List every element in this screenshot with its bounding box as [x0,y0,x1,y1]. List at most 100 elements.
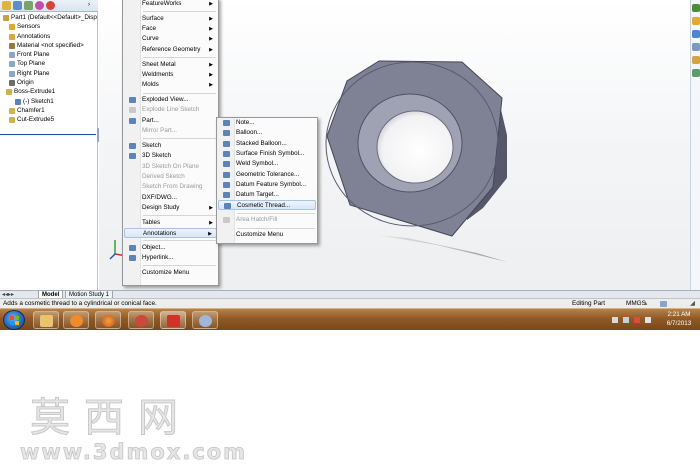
menu-item-label: Explode Line Sketch [142,106,200,114]
tab-scroll-arrows-icon[interactable]: ◂◂▸▸ [2,291,14,298]
tray-expand-icon[interactable] [612,317,618,323]
menu-separator [143,138,216,140]
cut-icon [9,117,15,124]
surface-finish-icon [223,150,230,157]
menu-item-label: Weld Symbol... [236,160,279,168]
hyperlink-icon [129,255,136,262]
menu-item[interactable]: Stacked Balloon... [218,139,316,149]
feature-tree-item[interactable]: Origin [0,78,98,87]
status-help-icon[interactable] [660,301,667,307]
menu-item[interactable]: Face ▶ [124,24,217,34]
menu-item-label: 3D Sketch On Plane [142,162,200,170]
menu-item[interactable]: Molds ▶ [124,80,217,90]
submenu-arrow-icon: ▶ [209,71,213,78]
feature-tree-item[interactable]: (-) Sketch1 [0,97,98,106]
feature-tree-item[interactable]: Material <not specified> [0,41,98,50]
menu-item-label: Customize Menu [142,268,190,276]
menu-item[interactable]: Tables ▶ [124,218,217,228]
submenu-arrow-icon: ▶ [209,61,213,68]
watermark-url-text: www.3dmox.com [20,440,248,465]
menu-item[interactable]: Datum Feature Symbol... [218,180,316,190]
dimxpert-tab-icon[interactable] [35,1,44,10]
hex-nut-model[interactable] [317,40,527,270]
custom-properties-icon[interactable] [692,69,700,77]
feature-tree-label: (-) Sketch1 [23,97,54,105]
feature-tree-label: Origin [17,79,34,87]
action-center-icon[interactable] [634,317,640,323]
explorer-taskbar-button[interactable] [33,311,59,329]
menu-item[interactable]: Hyperlink... [124,253,217,263]
menu-item[interactable]: Note... [218,118,316,128]
property-manager-tab-icon[interactable] [13,1,22,10]
part-insert-icon [129,117,136,124]
menu-item[interactable]: Curve ▶ [124,34,217,44]
menu-item[interactable]: 3D Sketch [124,151,217,161]
system-clock[interactable]: 2:21 AM 6/7/2013 [660,310,698,328]
menu-item[interactable]: Datum Target... [218,190,316,200]
feature-tree-item[interactable]: Right Plane [0,69,98,78]
menu-item-label: Hyperlink... [142,254,174,262]
menu-item-label: Sheet Metal [142,60,176,68]
menu-item[interactable]: Reference Geometry ▶ [124,45,217,55]
feature-tree-item[interactable]: Cut-Extrude5 [0,115,98,124]
feature-tree-item[interactable]: Top Plane [0,59,98,68]
paint-taskbar-button[interactable] [192,311,218,329]
feature-tree-item[interactable]: Sensors [0,22,98,31]
menu-item[interactable]: Cosmetic Thread... [218,200,316,211]
feature-tree-item[interactable]: Chamfer1 [0,106,98,115]
menu-item[interactable]: Customize Menu [124,268,217,278]
feature-tree-item[interactable]: Part1 (Default<<Default>_Disp [0,13,98,22]
menu-separator [143,57,216,59]
feature-manager-tab-icon[interactable] [2,1,11,10]
menu-item[interactable]: Customize Menu [218,230,316,240]
submenu-arrow-icon: ▶ [209,15,213,22]
configuration-manager-tab-icon[interactable] [24,1,33,10]
menu-item[interactable]: Part... [124,116,217,126]
menu-item[interactable]: Surface ▶ [124,14,217,24]
feature-tree-item[interactable]: Boss-Extrude1 [0,87,98,96]
sketch-icon [129,142,136,149]
file-explorer-icon[interactable] [692,30,700,38]
feature-tree-label: Right Plane [17,69,50,77]
menu-item[interactable]: FeatureWorks ▶ [124,0,217,9]
media-player-taskbar-button[interactable] [63,311,89,329]
extrude-icon [6,89,12,96]
volume-icon[interactable] [645,317,651,323]
menu-item[interactable]: Object... [124,243,217,253]
start-button[interactable] [3,310,25,330]
menu-item-label: 3D Sketch [142,152,172,160]
menu-item[interactable]: Surface Finish Symbol... [218,149,316,159]
rollback-bar[interactable] [0,134,96,135]
windows-taskbar: 2:21 AM 6/7/2013 [0,308,700,330]
design-library-icon[interactable] [692,17,700,25]
menu-item[interactable]: Geometric Tolerance... [218,170,316,180]
solidworks-taskbar-button[interactable] [160,311,186,329]
appearances-icon[interactable] [692,56,700,64]
menu-item[interactable]: Sheet Metal ▶ [124,60,217,70]
submenu-arrow-icon: ▶ [209,1,213,7]
menu-item: 3D Sketch On Plane [124,162,217,172]
chevron-right-icon[interactable]: › [88,2,90,8]
menu-item[interactable]: Balloon... [218,128,316,138]
menu-item[interactable]: Annotations ▶ [124,228,217,238]
app-taskbar-button[interactable] [128,311,154,329]
sketch-icon [15,98,21,105]
menu-item[interactable]: Exploded View... [124,95,217,105]
display-manager-tab-icon[interactable] [46,1,55,10]
menu-item-label: Geometric Tolerance... [236,170,300,178]
feature-tree-item[interactable]: Front Plane [0,50,98,59]
submenu-arrow-icon: ▶ [209,82,213,89]
network-icon[interactable] [623,317,629,323]
firefox-taskbar-button[interactable] [95,311,121,329]
menu-item[interactable]: Design Study ▶ [124,203,217,213]
view-palette-icon[interactable] [692,43,700,51]
status-bar: Adds a cosmetic thread to a cylindrical … [0,298,700,308]
part-icon [3,15,9,21]
menu-item[interactable]: DXF/DWG... [124,193,217,203]
menu-item[interactable]: Weldments ▶ [124,70,217,80]
solidworks-resources-icon[interactable] [692,4,700,12]
feature-tree-item[interactable]: Annotations [0,32,98,41]
menu-item[interactable]: Sketch [124,141,217,151]
menu-item[interactable]: Weld Symbol... [218,159,316,169]
clock-time: 2:21 AM [667,311,691,318]
